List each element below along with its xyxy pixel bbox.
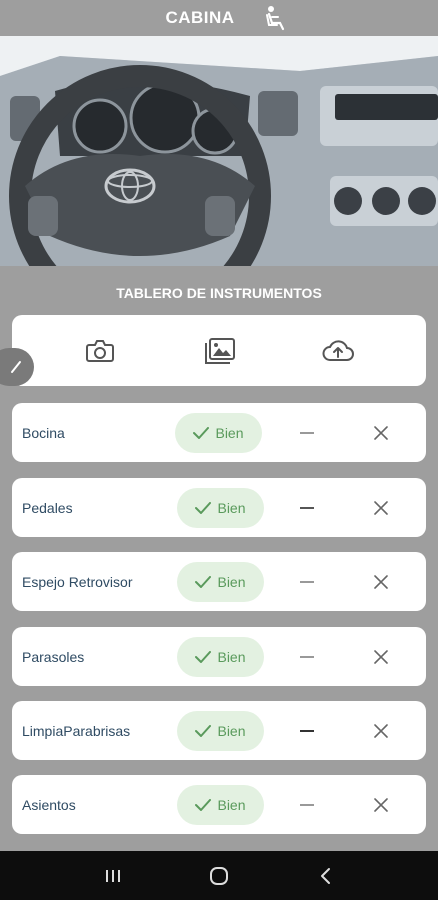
- check-icon: [195, 501, 212, 514]
- item-label: Bocina: [22, 424, 65, 441]
- fail-button[interactable]: [366, 716, 396, 746]
- close-icon: [374, 574, 388, 589]
- ok-button[interactable]: Bien: [175, 412, 262, 453]
- not-applicable-button[interactable]: [292, 716, 322, 746]
- back-button[interactable]: [305, 856, 345, 896]
- close-icon: [374, 797, 388, 812]
- fail-button[interactable]: [366, 418, 396, 448]
- recent-apps-button[interactable]: [93, 856, 133, 896]
- not-applicable-button[interactable]: [292, 567, 322, 597]
- system-navigation-bar: [0, 851, 438, 900]
- check-icon: [195, 724, 212, 737]
- ok-label: Bien: [217, 796, 246, 813]
- page-title: CABINA: [165, 8, 235, 27]
- app-header: CABINA: [0, 0, 438, 36]
- checklist-row: Pedales Bien: [12, 478, 426, 537]
- item-label: Parasoles: [22, 648, 85, 665]
- fail-button[interactable]: [366, 567, 396, 597]
- checklist-row: Bocina Bien: [12, 403, 426, 462]
- recents-icon: [106, 869, 120, 882]
- back-icon: [321, 867, 330, 884]
- fail-button[interactable]: [366, 642, 396, 672]
- camera-icon[interactable]: [80, 331, 120, 371]
- ok-button[interactable]: Bien: [177, 710, 264, 751]
- check-icon: [195, 650, 212, 663]
- pencil-icon: [11, 361, 21, 373]
- ok-label: Bien: [217, 573, 246, 590]
- vehicle-dashboard-photo: [0, 36, 438, 266]
- fail-button[interactable]: [366, 790, 396, 820]
- gallery-icon[interactable]: [199, 331, 239, 371]
- home-icon: [210, 866, 228, 885]
- ok-button[interactable]: Bien: [177, 487, 264, 528]
- close-icon: [374, 425, 388, 440]
- checklist-row: Espejo Retrovisor Bien: [12, 552, 426, 611]
- ok-label: Bien: [217, 722, 246, 739]
- media-toolbar: [12, 315, 426, 386]
- ok-label: Bien: [217, 499, 246, 516]
- check-icon: [193, 426, 210, 439]
- item-label: Asientos: [22, 796, 76, 813]
- item-label: LimpiaParabrisas: [22, 722, 131, 739]
- seat-icon: [263, 5, 287, 31]
- upload-cloud-icon[interactable]: [318, 331, 358, 371]
- not-applicable-button[interactable]: [292, 418, 322, 448]
- item-label: Pedales: [22, 499, 73, 516]
- not-applicable-button[interactable]: [292, 790, 322, 820]
- close-icon: [374, 649, 388, 664]
- close-icon: [374, 500, 388, 515]
- checklist-row: LimpiaParabrisas Bien: [12, 701, 426, 760]
- check-icon: [195, 798, 212, 811]
- checklist-row: Asientos Bien: [12, 775, 426, 834]
- home-button[interactable]: [199, 856, 239, 896]
- section-title: TABLERO DE INSTRUMENTOS: [116, 285, 322, 301]
- check-icon: [195, 575, 212, 588]
- item-label: Espejo Retrovisor: [22, 573, 133, 590]
- ok-button[interactable]: Bien: [177, 636, 264, 677]
- fail-button[interactable]: [366, 493, 396, 523]
- ok-button[interactable]: Bien: [177, 784, 264, 825]
- ok-button[interactable]: Bien: [177, 561, 264, 602]
- not-applicable-button[interactable]: [292, 493, 322, 523]
- ok-label: Bien: [217, 648, 246, 665]
- not-applicable-button[interactable]: [292, 642, 322, 672]
- ok-label: Bien: [215, 424, 244, 441]
- close-icon: [374, 723, 388, 738]
- checklist-row: Parasoles Bien: [12, 627, 426, 686]
